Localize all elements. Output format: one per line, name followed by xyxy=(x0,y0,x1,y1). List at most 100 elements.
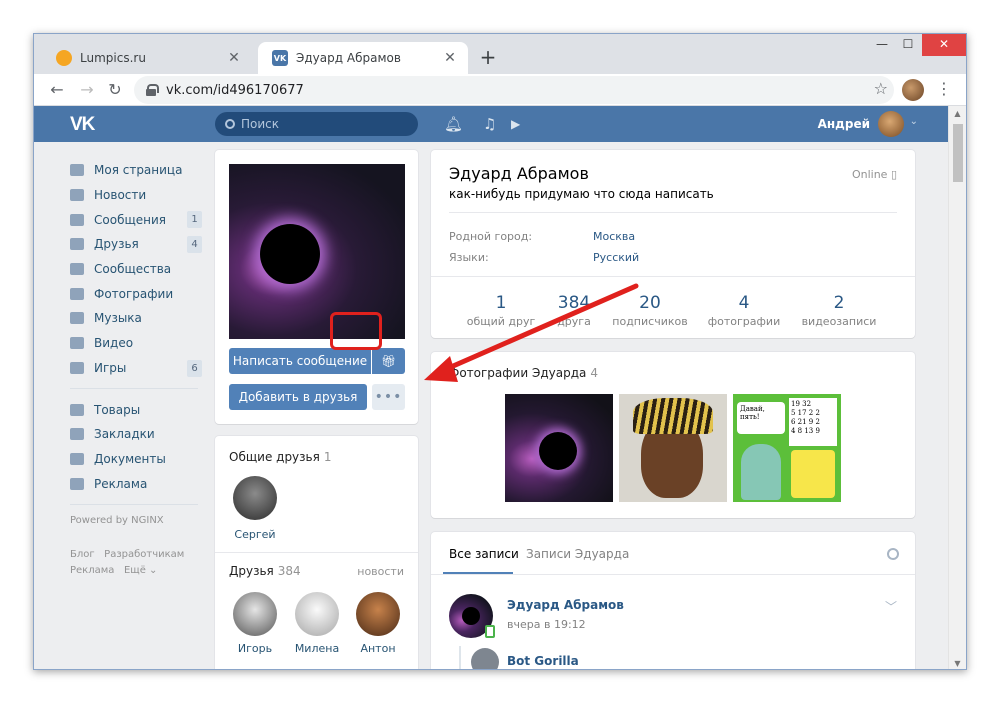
tab-close-icon[interactable]: ✕ xyxy=(226,50,242,66)
sidebar-item[interactable]: Сообщения 1 xyxy=(70,207,202,232)
stat-videos[interactable]: 2 видеозаписи xyxy=(794,293,884,328)
friends-news-link[interactable]: новости xyxy=(357,565,404,578)
sidebar-item[interactable]: Закладки xyxy=(70,422,202,447)
browser-profile-avatar[interactable] xyxy=(902,79,924,101)
post-author-name[interactable]: Эдуард Абрамов xyxy=(507,598,624,612)
bell-icon[interactable]: 🔔︎ xyxy=(444,115,463,133)
sidebar-item-label: Закладки xyxy=(94,427,155,442)
minimize-icon[interactable]: — xyxy=(868,34,896,56)
reload-icon[interactable]: ↻ xyxy=(104,79,126,101)
sidebar-item[interactable]: Музыка xyxy=(70,306,202,331)
meme-board-line: 6 21 9 2 xyxy=(791,418,820,426)
footer-links: Блог Разработчикам Реклама Ещё ⌄ xyxy=(70,547,202,579)
wall-search-icon[interactable] xyxy=(887,548,899,560)
vk-search-input[interactable]: Поиск xyxy=(215,112,418,136)
friend-avatar[interactable] xyxy=(233,476,277,520)
friend-avatar[interactable] xyxy=(233,592,277,636)
lock-icon xyxy=(146,84,159,96)
maximize-icon[interactable]: ☐ xyxy=(894,34,922,56)
friend-name[interactable]: Сергей xyxy=(223,528,287,541)
friend-avatar[interactable] xyxy=(295,592,339,636)
news-icon xyxy=(70,189,84,202)
repost-bar xyxy=(459,646,461,669)
photo-thumbnail[interactable] xyxy=(505,394,613,502)
friend-name[interactable]: Милена xyxy=(285,642,349,655)
tab-owner-posts[interactable]: Записи Эдуарда xyxy=(526,547,629,561)
back-icon[interactable]: ← xyxy=(46,79,68,101)
profile-avatar-card: Написать сообщение 🎁︎ Добавить в друзья … xyxy=(215,150,418,424)
sidebar-item-count: 1 xyxy=(187,211,202,229)
annotation-highlight-box xyxy=(330,312,382,350)
friend-name[interactable]: Антон xyxy=(346,642,410,655)
stat-followers[interactable]: 20 подписчиков xyxy=(605,293,695,328)
vertical-scrollbar[interactable]: ▲ ▼ xyxy=(948,106,966,669)
stat-number: 4 xyxy=(738,293,750,313)
post-author-avatar[interactable] xyxy=(449,594,495,638)
groups-icon xyxy=(70,263,84,276)
repost-author-name[interactable]: Bot Gorilla xyxy=(507,654,579,668)
tab-lumpics[interactable]: Lumpics.ru ✕ xyxy=(42,42,252,74)
chevron-down-icon[interactable]: ﹀ xyxy=(885,598,897,615)
photo-thumbnail[interactable]: Давай, пять! 19 32 5 17 2 2 6 21 9 2 4 8… xyxy=(733,394,841,502)
gift-icon[interactable]: 🎁︎ xyxy=(372,348,405,374)
add-friend-button[interactable]: Добавить в друзья xyxy=(229,384,367,410)
post-time[interactable]: вчера в 19:12 xyxy=(507,618,586,631)
sidebar-item[interactable]: Моя страница xyxy=(70,158,202,183)
profile-status[interactable]: как-нибудь придумаю что сюда написать xyxy=(449,187,714,201)
info-label: Родной город: xyxy=(449,230,533,243)
sidebar-item[interactable]: Сообщества xyxy=(70,257,202,282)
market-icon xyxy=(70,403,84,416)
close-window-icon[interactable]: ✕ xyxy=(922,34,966,56)
browser-menu-icon[interactable]: ⋮ xyxy=(936,79,952,98)
friend-name[interactable]: Игорь xyxy=(223,642,287,655)
header-user-avatar[interactable] xyxy=(878,111,904,137)
footer-link-more[interactable]: Ещё ⌄ xyxy=(124,565,157,576)
info-value-city[interactable]: Москва xyxy=(593,230,635,243)
info-value-language[interactable]: Русский xyxy=(593,251,639,264)
forward-icon[interactable]: → xyxy=(76,79,98,101)
friends-title[interactable]: Друзья 384 xyxy=(229,564,301,578)
address-bar[interactable]: vk.com/id496170677 xyxy=(134,76,894,104)
games-icon xyxy=(70,361,84,374)
stat-label: фотографии xyxy=(707,315,781,328)
sidebar-item[interactable]: Документы xyxy=(70,447,202,472)
music-note-icon[interactable]: ♫ xyxy=(483,115,496,133)
wall-card: Все записи Записи Эдуарда Эдуард Абрамов… xyxy=(431,532,915,669)
chevron-down-icon[interactable]: ⌄ xyxy=(910,116,918,127)
sidebar-item[interactable]: Новости xyxy=(70,183,202,208)
sidebar-item[interactable]: Товары xyxy=(70,397,202,422)
repost-author-avatar[interactable] xyxy=(471,648,499,669)
bookmark-star-icon[interactable]: ☆ xyxy=(874,79,888,98)
sidebar-item[interactable]: Друзья 4 xyxy=(70,232,202,257)
sidebar-item[interactable]: Игры 6 xyxy=(70,356,202,381)
footer-link-developers[interactable]: Разработчикам xyxy=(104,549,184,560)
photo-thumbnail[interactable] xyxy=(619,394,727,502)
tab-all-posts[interactable]: Все записи xyxy=(449,547,519,561)
meme-board-line: 5 17 2 2 xyxy=(791,409,820,417)
friend-avatar[interactable] xyxy=(356,592,400,636)
more-actions-button[interactable]: ••• xyxy=(372,384,405,410)
scroll-up-icon[interactable]: ▲ xyxy=(949,109,966,118)
footer-link-blog[interactable]: Блог xyxy=(70,549,95,560)
stat-label: подписчиков xyxy=(612,315,688,328)
sidebar-item-label: Фотографии xyxy=(94,286,174,301)
sidebar-item[interactable]: Видео xyxy=(70,331,202,356)
stat-photos[interactable]: 4 фотографии xyxy=(699,293,789,328)
common-friends-title[interactable]: Общие друзья 1 xyxy=(229,450,331,464)
new-tab-button[interactable]: + xyxy=(476,46,500,70)
footer-link-ads[interactable]: Реклама xyxy=(70,565,114,576)
sidebar-item[interactable]: Реклама xyxy=(70,471,202,496)
photos-title[interactable]: Фотографии Эдуарда 4 xyxy=(449,366,598,380)
scrollbar-thumb[interactable] xyxy=(953,124,963,182)
header-user-name[interactable]: Андрей xyxy=(818,117,870,131)
sidebar-item[interactable]: Фотографии xyxy=(70,281,202,306)
send-message-button[interactable]: Написать сообщение xyxy=(229,348,371,374)
tab-close-icon[interactable]: ✕ xyxy=(442,50,458,66)
vk-logo[interactable]: VK xyxy=(70,114,95,136)
play-icon[interactable]: ▶ xyxy=(511,117,520,131)
menu-divider xyxy=(70,388,198,390)
lumpics-favicon-icon xyxy=(56,50,72,66)
sidebar-item-label: Товары xyxy=(94,402,141,417)
scroll-down-icon[interactable]: ▼ xyxy=(949,659,966,668)
tab-vk-profile[interactable]: VK Эдуард Абрамов ✕ xyxy=(258,42,468,74)
